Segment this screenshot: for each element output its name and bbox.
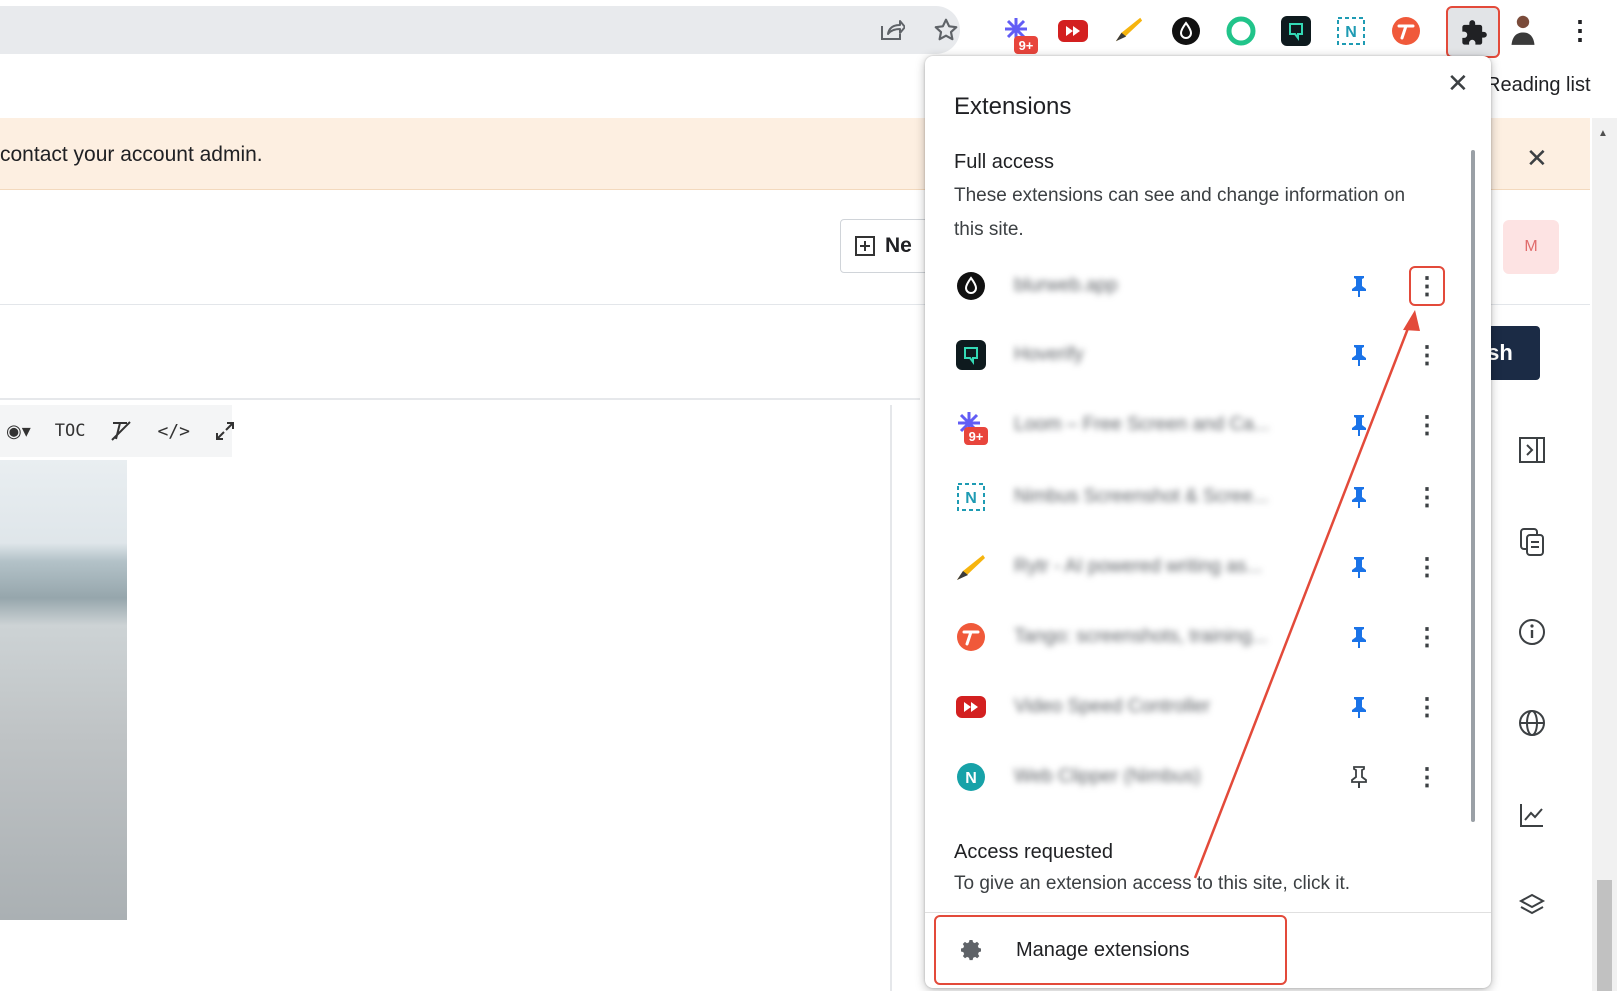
extension-row-web-clipper[interactable]: N Web Clipper (Nimbus) ⋮ — [954, 752, 1444, 802]
extension-name: Rytr - AI powered writing as... — [1014, 556, 1263, 577]
puzzle-icon — [1460, 19, 1488, 47]
pin-icon[interactable] — [1344, 413, 1374, 437]
pin-outline-icon[interactable] — [1344, 765, 1374, 789]
svg-text:N: N — [1345, 24, 1357, 41]
avatar[interactable]: M — [1503, 220, 1559, 274]
extensions-puzzle-button[interactable] — [1446, 6, 1500, 58]
nimbus-toolbar-icon[interactable]: N — [1336, 16, 1366, 46]
blurweb-toolbar-icon[interactable] — [1171, 16, 1201, 46]
extension-more-options-button[interactable]: ⋮ — [1409, 547, 1445, 587]
loom-icon: 9+ — [954, 408, 988, 445]
banner-text: contact your account admin. — [0, 143, 263, 166]
hoverify-toolbar-icon[interactable] — [1281, 16, 1311, 46]
pin-icon[interactable] — [1344, 343, 1374, 367]
extension-name: Tango: screenshots, training... — [1014, 626, 1268, 647]
plus-box-icon — [855, 236, 875, 256]
collapse-panel-icon[interactable] — [1512, 430, 1552, 470]
pin-icon[interactable] — [1344, 695, 1374, 719]
nimbus-icon: N — [954, 480, 988, 514]
pin-icon[interactable] — [1344, 555, 1374, 579]
popup-scrollbar[interactable] — [1471, 150, 1475, 822]
extension-name: Loom – Free Screen and Ca... — [1014, 414, 1270, 435]
editor-toolbar: ◉▾ TOC </> — [0, 405, 234, 457]
extension-more-options-button[interactable]: ⋮ — [1409, 405, 1445, 445]
manage-divider — [925, 912, 1491, 913]
access-requested-heading: Access requested — [954, 841, 1113, 863]
extension-row-nimbus[interactable]: N Nimbus Screenshot & Scree... ⋮ — [954, 472, 1444, 522]
extension-name: Web Clipper (Nimbus) — [1014, 766, 1201, 787]
extension-more-options-button[interactable]: ⋮ — [1409, 477, 1445, 517]
view-dropdown-icon[interactable]: ◉▾ — [6, 421, 31, 442]
loom-badge: 9+ — [1014, 36, 1038, 54]
browser-menu-icon[interactable]: ⋮ — [1562, 12, 1598, 48]
extension-more-options-button[interactable]: ⋮ — [1409, 617, 1445, 657]
extension-row-tango[interactable]: Tango: screenshots, training... ⋮ — [954, 612, 1444, 662]
manage-extensions-label: Manage extensions — [1016, 938, 1190, 961]
extension-more-options-button[interactable]: ⋮ — [1409, 335, 1445, 375]
pin-icon[interactable] — [1344, 485, 1374, 509]
gear-icon — [960, 938, 984, 962]
toc-button[interactable]: TOC — [55, 421, 86, 441]
page-scrollbar[interactable] — [1592, 118, 1617, 991]
extension-row-rytr[interactable]: Rytr - AI powered writing as... ⋮ — [954, 542, 1444, 592]
expand-icon[interactable] — [214, 420, 236, 442]
copy-document-icon[interactable] — [1512, 522, 1552, 562]
video-speed-toolbar-icon[interactable] — [1058, 16, 1088, 46]
extension-row-loom[interactable]: 9+ Loom – Free Screen and Ca... ⋮ — [954, 400, 1444, 450]
address-bar[interactable] — [0, 6, 960, 54]
rytr-icon — [954, 550, 988, 584]
full-access-description: These extensions can see and change info… — [954, 185, 1406, 240]
no-format-icon[interactable] — [109, 420, 133, 442]
extension-name: Video Speed Controller — [1014, 696, 1211, 717]
green-ring-toolbar-icon[interactable] — [1226, 16, 1256, 46]
layers-icon[interactable] — [1512, 886, 1552, 926]
extension-row-hoverify[interactable]: Hoverify ⋮ — [954, 330, 1444, 380]
svg-text:N: N — [965, 770, 977, 787]
extension-name: Nimbus Screenshot & Scree... — [1014, 486, 1269, 507]
globe-icon[interactable] — [1512, 703, 1552, 743]
page-scrollbar-thumb[interactable] — [1597, 880, 1612, 991]
loom-badge: 9+ — [964, 427, 988, 445]
banner-close-icon[interactable]: ✕ — [1526, 143, 1548, 174]
full-access-heading: Full access — [954, 151, 1055, 173]
info-icon[interactable] — [1512, 612, 1552, 652]
panel-divider — [890, 405, 892, 991]
scroll-up-arrow-icon[interactable]: ▲ — [1598, 128, 1608, 139]
profile-avatar-icon[interactable] — [1508, 14, 1538, 45]
manage-extensions-button[interactable]: Manage extensions — [934, 915, 1287, 985]
code-button[interactable]: </> — [157, 421, 190, 442]
access-requested-description: To give an extension access to this site… — [954, 873, 1351, 894]
editor-divider — [0, 398, 920, 400]
pin-icon[interactable] — [1344, 274, 1374, 298]
video-speed-icon — [954, 690, 988, 724]
extension-name: blurweb.app — [1014, 275, 1118, 296]
extension-more-options-button[interactable]: ⋮ — [1409, 757, 1445, 797]
svg-text:N: N — [965, 490, 977, 507]
popup-close-icon[interactable]: ✕ — [1447, 68, 1469, 99]
pin-icon[interactable] — [1344, 625, 1374, 649]
bookmark-star-icon[interactable] — [928, 12, 964, 48]
blurweb-icon — [954, 269, 988, 303]
tango-toolbar-icon[interactable] — [1391, 16, 1421, 46]
hoverify-icon — [954, 338, 988, 372]
desert-road-image — [0, 460, 127, 920]
extension-name: Hoverify — [1014, 344, 1084, 365]
extension-row-blurweb[interactable]: blurweb.app ⋮ — [954, 261, 1445, 311]
analytics-chart-icon[interactable] — [1512, 795, 1552, 835]
extension-more-options-button[interactable]: ⋮ — [1409, 687, 1445, 727]
extension-more-options-button[interactable]: ⋮ — [1409, 266, 1445, 306]
extensions-popup-title: Extensions — [954, 93, 1072, 120]
rytr-toolbar-icon[interactable] — [1114, 14, 1144, 44]
share-icon[interactable] — [874, 12, 910, 48]
web-clipper-icon: N — [954, 760, 988, 794]
extension-row-video-speed[interactable]: Video Speed Controller ⋮ — [954, 682, 1444, 732]
tango-icon — [954, 620, 988, 654]
reading-list-label[interactable]: Reading list — [1486, 74, 1591, 97]
new-button-label: Ne — [885, 234, 912, 257]
